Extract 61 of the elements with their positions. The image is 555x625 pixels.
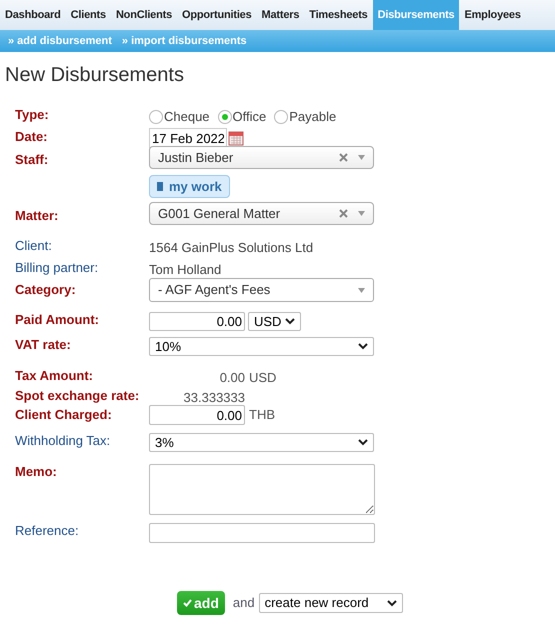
field-label: Client Charged: (14, 407, 113, 423)
chevron-icon (358, 439, 368, 446)
field-value: 1564 GainPlus Solutions Ltd (149, 239, 314, 257)
nav-tab[interactable]: Timesheets (304, 0, 373, 30)
caret-icon (358, 288, 365, 292)
caret-icon (358, 211, 365, 216)
check-icon (183, 599, 192, 607)
nav-tab[interactable]: Opportunities (177, 0, 257, 30)
field-value: 0.00 (218, 369, 245, 387)
nav-tab[interactable]: NonClients (110, 0, 177, 30)
field-label: Billing partner: (14, 260, 100, 276)
field-label: Client: (14, 238, 53, 254)
currency-select[interactable]: USD (248, 312, 301, 331)
page-title: New Disbursements (5, 63, 185, 87)
clear-icon[interactable] (339, 209, 348, 218)
dropdown[interactable]: 3% (149, 433, 374, 452)
field-label: Staff: (14, 152, 50, 168)
radio-option[interactable]: Cheque (149, 107, 210, 126)
nav-tab[interactable]: Matters (256, 0, 304, 30)
field-value: Tom Holland (149, 261, 222, 279)
field-label: Type: (14, 107, 50, 123)
dropdown[interactable]: 10% (149, 337, 374, 356)
amount-field[interactable]: 0.00 (149, 312, 245, 331)
action-dropdown[interactable]: create new record (258, 593, 403, 613)
combo-box[interactable]: G001 General Matter (149, 202, 374, 225)
field-label: Date: (14, 129, 49, 145)
field-value: 33.333333 (182, 388, 245, 406)
my-work-button[interactable]: my work (149, 175, 230, 198)
field-label: Reference: (14, 523, 80, 539)
radio-option[interactable]: Office (218, 107, 266, 126)
calendar-icon[interactable] (228, 130, 244, 146)
currency-code: THB (249, 406, 275, 424)
field-label: Withholding Tax: (14, 433, 112, 449)
chevron-icon (386, 600, 397, 606)
field-label: Memo: (14, 464, 58, 480)
caret-icon (358, 155, 365, 160)
chevron-icon (285, 318, 295, 325)
combo-box[interactable]: Justin Bieber (149, 146, 374, 169)
memo-field[interactable] (149, 464, 375, 515)
radio-option[interactable]: Payable (274, 107, 336, 126)
field-label: Tax Amount: (14, 368, 94, 384)
amount-field[interactable]: 0.00 (149, 405, 245, 425)
field-label: Spot exchange rate: (14, 388, 140, 404)
field-label: Matter: (14, 208, 60, 224)
clear-icon[interactable] (339, 153, 348, 162)
radio-button[interactable] (218, 110, 232, 124)
reference-field[interactable] (149, 523, 375, 543)
field-label: VAT rate: (14, 337, 72, 353)
date-field[interactable]: 17 Feb 2022 (149, 128, 227, 148)
radio-button[interactable] (149, 110, 163, 124)
nav-tab[interactable]: Clients (66, 0, 111, 30)
notebook-icon (157, 182, 163, 191)
currency-code: USD (249, 369, 276, 387)
field-label: Category: (14, 282, 77, 298)
chevron-icon (358, 343, 368, 350)
nav-tab[interactable]: Dashboard (0, 0, 66, 30)
nav-tab[interactable]: Employees (459, 0, 526, 30)
field-label: Paid Amount: (14, 312, 100, 328)
category-select[interactable]: - AGF Agent's Fees (149, 278, 374, 302)
radio-button[interactable] (274, 110, 288, 124)
joiner-text: and (232, 594, 255, 612)
